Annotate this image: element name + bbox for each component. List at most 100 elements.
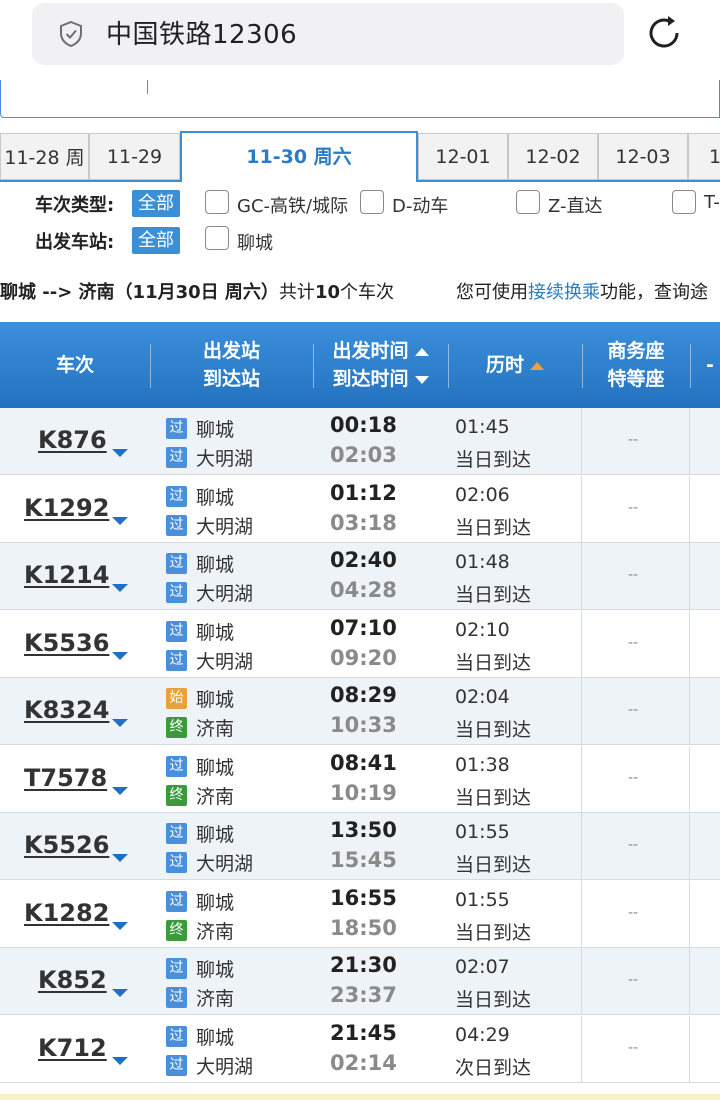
url-text[interactable]: 中国铁路12306 (106, 14, 297, 51)
departure-time: 13:50 (330, 818, 397, 842)
arrival-time: 18:50 (330, 915, 397, 940)
expand-stops-icon[interactable] (112, 989, 128, 997)
cell-divider (581, 610, 582, 678)
transfer-link[interactable]: 接续换乘 (528, 282, 600, 303)
train-type-checkbox[interactable] (516, 190, 540, 214)
table-row[interactable]: K1214 过聊城过大明湖 02:40 04:28 01:48 当日到达 -- (0, 543, 720, 610)
station-type-badge: 过 (166, 620, 187, 642)
expand-stops-icon[interactable] (112, 719, 128, 727)
date-tab[interactable]: 11-29 (89, 133, 180, 180)
filter-panel: 车次类型: 全部 GC-高铁/城际 D-动车 Z-直达 T- 出发车站: 全部 … (0, 182, 720, 262)
sort-arrival-time[interactable]: 到达时间 (332, 365, 429, 393)
train-number-link[interactable]: K1214 (24, 561, 109, 589)
arrival-time: 02:03 (330, 443, 397, 467)
expand-stops-icon[interactable] (112, 584, 128, 592)
route-summary: 聊城 --> 济南（11月30日 周六）共计10个车次 您可使用接续换乘功能，查… (0, 278, 720, 306)
table-row[interactable]: K712 过聊城过大明湖 21:45 02:14 04:29 次日到达 -- (0, 1015, 720, 1083)
business-seat-availability: -- (628, 567, 639, 583)
date-tab[interactable]: 11-28 周 (0, 133, 89, 180)
header-train: 车次 (0, 322, 150, 408)
train-number-link[interactable]: K876 (38, 426, 107, 454)
train-number-link[interactable]: K5526 (24, 831, 109, 859)
train-number-link[interactable]: K712 (38, 1034, 107, 1062)
cell-divider (689, 813, 690, 880)
train-number-link[interactable]: K1282 (24, 899, 109, 927)
table-row[interactable]: K1282 过聊城终济南 16:55 18:50 01:55 当日到达 -- (0, 880, 720, 948)
cell-divider (581, 678, 582, 745)
station-type-badge: 过 (166, 582, 187, 603)
header-duration: 历时 (485, 354, 524, 376)
table-row[interactable]: K5526 过聊城过大明湖 13:50 15:45 01:55 当日到达 -- (0, 813, 720, 880)
train-type-checkbox[interactable] (205, 190, 229, 214)
arrival-time: 03:18 (330, 510, 397, 535)
train-number-link[interactable]: K5536 (24, 629, 109, 657)
from-station: 聊城 (196, 824, 235, 846)
train-number-link[interactable]: K1292 (24, 494, 109, 522)
departure-station-checkbox[interactable] (205, 226, 229, 250)
business-seat-availability: -- (628, 499, 639, 516)
station-type-badge: 终 (166, 784, 187, 806)
expand-stops-icon[interactable] (112, 516, 128, 525)
header-dep-time: 出发时间 (332, 340, 409, 362)
expand-stops-icon[interactable] (112, 854, 128, 862)
reload-icon[interactable] (644, 13, 684, 53)
departure-station-all-button[interactable]: 全部 (132, 227, 180, 254)
cell-divider (581, 408, 582, 475)
table-row[interactable]: K5536 过聊城过大明湖 07:10 09:20 02:10 当日到达 -- (0, 610, 720, 678)
table-row[interactable]: K8324 始聊城终济南 08:29 10:33 02:04 当日到达 -- (0, 678, 720, 745)
expand-stops-icon[interactable] (112, 1056, 128, 1065)
table-row[interactable]: K852 过聊城过济南 21:30 23:37 02:07 当日到达 -- (0, 948, 720, 1015)
expand-stops-icon[interactable] (112, 786, 128, 795)
shield-icon[interactable] (58, 20, 84, 48)
date-tab[interactable]: 12-02 (508, 133, 598, 180)
to-station: 济南 (196, 988, 235, 1010)
station-type-badge: 终 (166, 919, 187, 941)
station-type-badge: 始 (166, 688, 187, 709)
to-station: 大明湖 (196, 448, 254, 470)
date-tab-selected[interactable]: 11-30 周六 (180, 131, 418, 182)
cell-divider (581, 880, 582, 948)
from-station: 聊城 (196, 419, 235, 441)
train-type-checkbox[interactable] (672, 190, 696, 214)
business-seat-availability: -- (628, 837, 639, 853)
date-tab[interactable]: 12-01 (418, 133, 508, 180)
departure-time: 21:45 (330, 1020, 397, 1045)
departure-time: 08:41 (330, 750, 397, 775)
duration: 02:07 (455, 956, 510, 978)
sort-duration[interactable]: 历时 (448, 322, 582, 408)
train-number-link[interactable]: T7578 (24, 764, 107, 792)
from-station: 聊城 (196, 486, 235, 509)
sort-departure-time[interactable]: 出发时间 (332, 337, 429, 365)
to-station: 大明湖 (196, 650, 254, 673)
arrival-time: 04:28 (330, 578, 397, 602)
train-type-all-button[interactable]: 全部 (132, 190, 180, 217)
station-type-badge: 过 (166, 649, 187, 671)
table-row[interactable]: K1292 过聊城过大明湖 01:12 03:18 02:06 当日到达 -- (0, 475, 720, 543)
train-number-link[interactable]: K852 (38, 966, 107, 994)
sort-up-icon (530, 361, 544, 370)
duration: 02:04 (455, 686, 510, 708)
panel-divider (147, 80, 148, 94)
duration: 01:48 (455, 551, 510, 573)
train-type-checkbox[interactable] (360, 190, 384, 214)
from-station: 聊城 (196, 891, 235, 914)
date-tab[interactable]: 12-03 (598, 133, 688, 180)
cell-divider (689, 745, 690, 813)
cell-divider (689, 610, 690, 678)
expand-stops-icon[interactable] (112, 921, 128, 930)
table-row[interactable]: K876 过聊城过大明湖 00:18 02:03 01:45 当日到达 -- (0, 408, 720, 475)
expand-stops-icon[interactable] (112, 449, 128, 457)
to-station: 大明湖 (196, 1055, 254, 1078)
header-times: 出发时间 到达时间 (313, 322, 448, 408)
table-row[interactable]: T7578 过聊城终济南 08:41 10:19 01:38 当日到达 -- (0, 745, 720, 813)
route-date: （11月30日 周六） (114, 282, 279, 303)
train-number-link[interactable]: K8324 (24, 696, 109, 724)
station-type-badge: 过 (166, 514, 187, 536)
arrival-time: 10:19 (330, 780, 397, 805)
train-type-option: Z-直达 (548, 196, 603, 217)
from-station: 聊城 (196, 554, 235, 576)
expand-stops-icon[interactable] (112, 651, 128, 660)
duration: 04:29 (455, 1023, 510, 1046)
station-type-badge: 过 (166, 418, 187, 439)
date-tab[interactable]: 1 (688, 133, 720, 180)
